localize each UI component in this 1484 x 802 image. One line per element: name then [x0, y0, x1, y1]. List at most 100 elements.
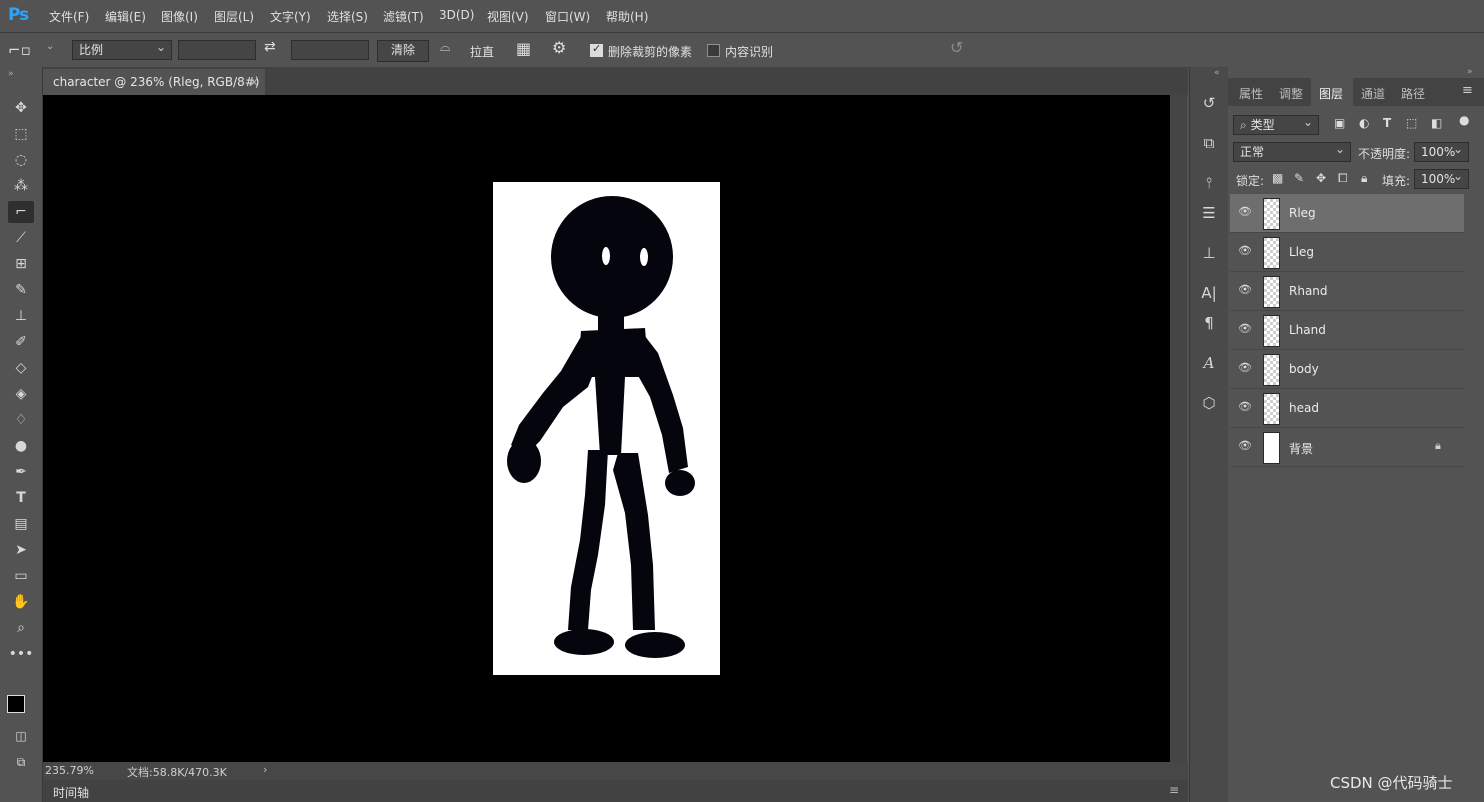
zoom-level[interactable]: 235.79%	[45, 764, 94, 777]
document-canvas[interactable]	[43, 95, 1170, 762]
eye-icon[interactable]: 👁︎	[1238, 400, 1252, 414]
layer-name[interactable]: Rhand	[1289, 284, 1328, 298]
type-tool-icon[interactable]: T	[8, 487, 34, 509]
layer-row-rhand[interactable]: 👁︎ Rhand	[1230, 272, 1464, 311]
content-aware-checkbox[interactable]	[707, 44, 720, 57]
menu-type[interactable]: 文字(Y)	[270, 8, 311, 25]
blur-tool-icon[interactable]: ♢	[8, 409, 34, 431]
layer-row-lleg[interactable]: 👁︎ Lleg	[1230, 233, 1464, 272]
layer-name[interactable]: 背景	[1289, 440, 1313, 457]
width-input[interactable]	[178, 40, 256, 60]
menu-layer[interactable]: 图层(L)	[214, 8, 254, 25]
panel-menu-icon[interactable]: ≡	[1169, 783, 1179, 797]
crop-tool-icon[interactable]: ⌐	[8, 201, 34, 223]
menu-window[interactable]: 窗口(W)	[545, 8, 590, 25]
screen-mode-icon[interactable]: ⧉	[8, 751, 34, 773]
opacity-input[interactable]: 100%	[1414, 140, 1469, 162]
dodge-tool-icon[interactable]: ●	[8, 435, 34, 457]
tab-properties[interactable]: 属性	[1239, 85, 1263, 102]
reset-icon[interactable]: ↺	[950, 38, 963, 57]
menu-3d[interactable]: 3D(D)	[439, 8, 474, 22]
eye-icon[interactable]: 👁︎	[1238, 205, 1252, 219]
menu-help[interactable]: 帮助(H)	[606, 8, 648, 25]
menu-filter[interactable]: 滤镜(T)	[383, 8, 424, 25]
canvas-area[interactable]	[43, 95, 1170, 762]
more-tools-icon[interactable]: •••	[8, 643, 34, 665]
tool-presets-icon[interactable]: ⊥	[1196, 241, 1222, 265]
healing-brush-icon[interactable]: ⊞	[8, 253, 34, 275]
lock-artboard-icon[interactable]: ⧠	[1338, 171, 1348, 186]
brush-tool-icon[interactable]: ✎	[8, 279, 34, 301]
menu-image[interactable]: 图像(I)	[161, 8, 198, 25]
close-icon[interactable]: ×	[249, 69, 259, 95]
lock-all-icon[interactable]: 🔒︎	[1361, 171, 1367, 186]
eyedropper-icon[interactable]: ⟋	[8, 227, 34, 249]
filter-shape-icon[interactable]: ⬚	[1406, 116, 1417, 130]
3d-panel-icon[interactable]: ⬡	[1196, 391, 1222, 415]
menu-file[interactable]: 文件(F)	[49, 8, 89, 25]
lock-pixels-icon[interactable]: ✎	[1294, 171, 1304, 185]
straighten-icon[interactable]: ⌓	[440, 40, 450, 55]
layer-name[interactable]: body	[1289, 362, 1319, 376]
layer-row-lhand[interactable]: 👁︎ Lhand	[1230, 311, 1464, 350]
height-input[interactable]	[291, 40, 369, 60]
filter-adjustment-icon[interactable]: ◐	[1359, 116, 1369, 130]
straighten-label[interactable]: 拉直	[470, 43, 494, 60]
tab-channels[interactable]: 通道	[1361, 85, 1385, 102]
eye-icon[interactable]: 👁︎	[1238, 283, 1252, 297]
expand-icon[interactable]: «	[1214, 68, 1220, 78]
marquee-tool-icon[interactable]: ⬚	[8, 123, 34, 145]
tab-paths[interactable]: 路径	[1401, 85, 1425, 102]
filter-type-icon[interactable]: T	[1383, 116, 1391, 130]
lock-transparent-icon[interactable]: ▩	[1272, 171, 1283, 185]
zoom-tool-icon[interactable]: ⌕	[8, 617, 34, 639]
path-select-icon[interactable]: ➤	[8, 539, 34, 561]
clear-button[interactable]: 清除	[377, 40, 429, 62]
stamp-tool-icon[interactable]: ⊥	[8, 305, 34, 327]
paint-bucket-icon[interactable]: ◈	[8, 383, 34, 405]
paragraph-panel-icon[interactable]: ¶	[1196, 311, 1222, 335]
delete-cropped-checkbox[interactable]	[590, 42, 603, 57]
layer-name[interactable]: Rleg	[1289, 206, 1316, 220]
foreground-color-swatch[interactable]	[7, 695, 25, 713]
filter-toggle-icon[interactable]: ●	[1459, 113, 1469, 127]
adjust-sliders-icon[interactable]: ☰	[1196, 201, 1222, 225]
swap-icon[interactable]: ⇄	[264, 39, 276, 55]
clone-source-icon[interactable]: ⧉	[1196, 131, 1222, 155]
layer-name[interactable]: Lhand	[1289, 323, 1326, 337]
chevron-right-icon[interactable]: ›	[263, 763, 267, 776]
history-brush-icon[interactable]: ✐	[8, 331, 34, 353]
layer-row-body[interactable]: 👁︎ body	[1230, 350, 1464, 389]
vertical-scrollbar[interactable]	[1170, 95, 1187, 762]
lasso-tool-icon[interactable]: ◌	[8, 149, 34, 171]
glyphs-panel-icon[interactable]: A	[1196, 351, 1222, 375]
panel-menu-icon[interactable]: ≡	[1462, 83, 1473, 98]
lock-position-icon[interactable]: ✥	[1316, 171, 1326, 185]
blend-mode-select[interactable]: 正常	[1233, 140, 1351, 162]
layer-row-background[interactable]: 👁︎ 背景 🔒︎	[1230, 428, 1464, 467]
hand-tool-icon[interactable]: ✋	[8, 591, 34, 613]
overlay-grid-icon[interactable]: ▦	[516, 39, 531, 58]
collapse-icon[interactable]: »	[8, 69, 14, 79]
quick-mask-icon[interactable]: ◫	[8, 725, 34, 747]
eraser-icon[interactable]: ◇	[8, 357, 34, 379]
layer-filter-select[interactable]: ⌕ 类型	[1233, 113, 1319, 135]
filter-pixel-icon[interactable]: ▣	[1334, 116, 1345, 130]
gear-icon[interactable]: ⚙	[552, 38, 566, 57]
ratio-select[interactable]: 比例	[72, 38, 172, 60]
layer-name[interactable]: head	[1289, 401, 1319, 415]
rectangle-tool-icon[interactable]: ▭	[8, 565, 34, 587]
layer-row-head[interactable]: 👁︎ head	[1230, 389, 1464, 428]
tab-adjustments[interactable]: 调整	[1279, 85, 1303, 102]
eye-icon[interactable]: 👁︎	[1238, 322, 1252, 336]
character-panel-icon[interactable]: A|	[1196, 281, 1222, 305]
eye-icon[interactable]: 👁︎	[1238, 244, 1252, 258]
move-tool-icon[interactable]: ✥	[8, 97, 34, 119]
history-panel-icon[interactable]: ↺	[1196, 91, 1222, 115]
crop-tool-icon[interactable]: ⌐▫	[8, 41, 31, 59]
gradient-tool-icon[interactable]: ▤	[8, 513, 34, 535]
eye-icon[interactable]: 👁︎	[1238, 361, 1252, 375]
layer-row-rleg[interactable]: 👁︎ Rleg	[1230, 194, 1464, 233]
magic-wand-icon[interactable]: ⁂	[8, 175, 34, 197]
collapse-right-icon[interactable]: »	[1467, 67, 1473, 77]
